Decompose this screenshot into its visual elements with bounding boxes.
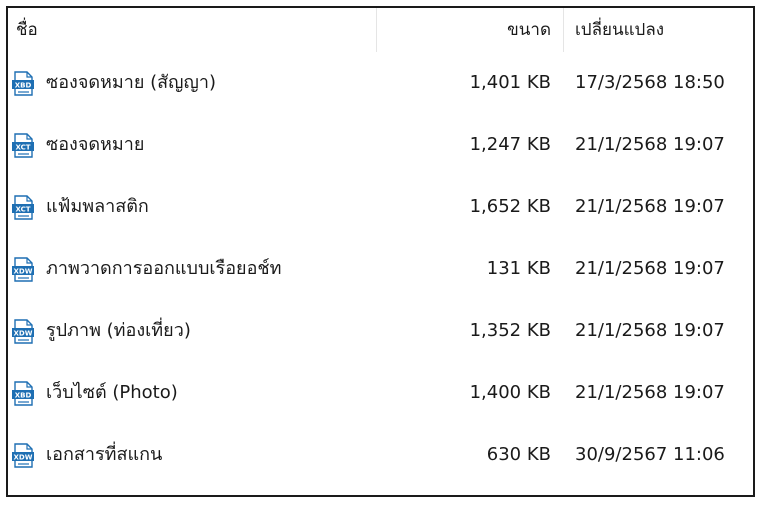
file-row[interactable]: XDW เอกสารที่สแกน 630 KB 30/9/2567 11:06 — [8, 424, 753, 486]
column-divider[interactable] — [376, 8, 377, 52]
file-list-window: ชื่อ ขนาด เปลี่ยนแปลง XBD ซองจดหมาย (สัญ… — [6, 6, 755, 497]
file-row[interactable]: XCT ซองจดหมาย 1,247 KB 21/1/2568 19:07 — [8, 114, 753, 176]
file-row[interactable]: XBD เว็บไซต์ (Photo) 1,400 KB 21/1/2568 … — [8, 362, 753, 424]
file-size: 1,400 KB — [469, 382, 551, 403]
file-size: 630 KB — [486, 444, 551, 465]
column-header-modified[interactable]: เปลี่ยนแปลง — [575, 8, 745, 52]
file-name: แฟ้มพลาสติก — [46, 196, 149, 217]
column-header-size[interactable]: ขนาด — [378, 8, 551, 52]
svg-text:XBD: XBD — [15, 392, 32, 400]
file-name: รูปภาพ (ท่องเที่ยว) — [46, 320, 191, 341]
xct-file-icon: XCT — [12, 133, 34, 158]
xdw-file-icon: XDW — [12, 319, 34, 344]
file-size: 1,652 KB — [469, 196, 551, 217]
file-modified-date: 17/3/2568 18:50 — [575, 72, 725, 93]
xdw-file-icon: XDW — [12, 257, 34, 282]
file-size: 131 KB — [486, 258, 551, 279]
svg-text:XCT: XCT — [15, 144, 30, 152]
file-size: 1,401 KB — [469, 72, 551, 93]
svg-text:XCT: XCT — [15, 206, 30, 214]
svg-text:XBD: XBD — [15, 82, 32, 90]
file-name: ซองจดหมาย (สัญญา) — [46, 72, 216, 93]
file-name: ภาพวาดการออกแบบเรือยอช์ท — [46, 258, 282, 279]
svg-text:XDW: XDW — [14, 330, 33, 338]
file-modified-date: 30/9/2567 11:06 — [575, 444, 725, 465]
svg-text:XDW: XDW — [14, 454, 33, 462]
file-modified-date: 21/1/2568 19:07 — [575, 134, 725, 155]
file-modified-date: 21/1/2568 19:07 — [575, 258, 725, 279]
file-name: ซองจดหมาย — [46, 134, 145, 155]
file-modified-date: 21/1/2568 19:07 — [575, 196, 725, 217]
file-modified-date: 21/1/2568 19:07 — [575, 320, 725, 341]
file-row[interactable]: XBD ซองจดหมาย (สัญญา) 1,401 KB 17/3/2568… — [8, 52, 753, 114]
file-name: เอกสารที่สแกน — [46, 444, 163, 465]
file-row[interactable]: XCT แฟ้มพลาสติก 1,652 KB 21/1/2568 19:07 — [8, 176, 753, 238]
file-modified-date: 21/1/2568 19:07 — [575, 382, 725, 403]
xbd-file-icon: XBD — [12, 381, 34, 406]
column-header-name[interactable]: ชื่อ — [16, 8, 376, 52]
file-name: เว็บไซต์ (Photo) — [46, 382, 178, 403]
svg-text:XDW: XDW — [14, 268, 33, 276]
column-divider[interactable] — [563, 8, 564, 52]
xct-file-icon: XCT — [12, 195, 34, 220]
column-header-row: ชื่อ ขนาด เปลี่ยนแปลง — [8, 8, 753, 52]
file-row[interactable]: XDW รูปภาพ (ท่องเที่ยว) 1,352 KB 21/1/25… — [8, 300, 753, 362]
file-size: 1,352 KB — [469, 320, 551, 341]
file-size: 1,247 KB — [469, 134, 551, 155]
file-row[interactable]: XDW ภาพวาดการออกแบบเรือยอช์ท 131 KB 21/1… — [8, 238, 753, 300]
xdw-file-icon: XDW — [12, 443, 34, 468]
xbd-file-icon: XBD — [12, 71, 34, 96]
